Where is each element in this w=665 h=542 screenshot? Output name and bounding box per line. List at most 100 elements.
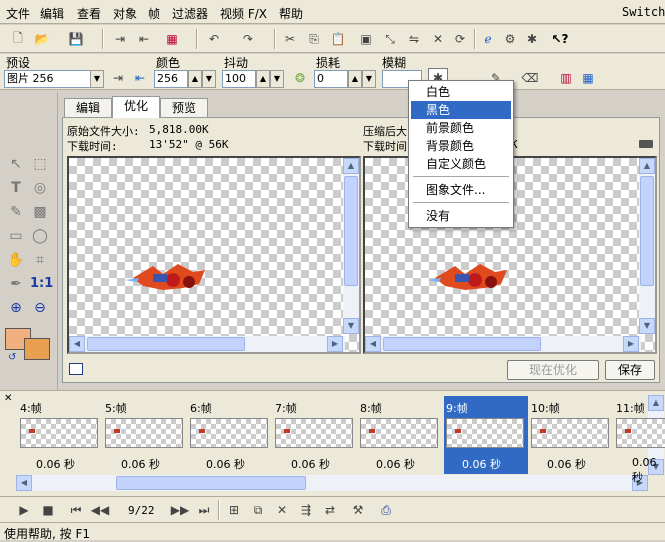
scroll-right-icon[interactable]: ▶	[623, 336, 639, 352]
brush-tool-icon[interactable]: ✎	[6, 202, 26, 222]
frame-properties-icon[interactable]: ⚒	[348, 500, 368, 520]
frame-delay[interactable]: 0.06 秒	[36, 456, 75, 472]
tween-icon[interactable]: ⇶	[296, 500, 316, 520]
export-icon[interactable]: ⇤	[134, 29, 154, 49]
zoom-1to1-button[interactable]: 1:1	[30, 274, 53, 294]
switch-button[interactable]: Switch	[622, 5, 665, 19]
frame-thumbnail[interactable]	[275, 418, 353, 448]
cut-icon[interactable]: ✂	[280, 29, 300, 49]
text-tool-icon[interactable]: T	[6, 178, 26, 198]
menu-item-none[interactable]: 没有	[411, 207, 511, 225]
scroll-left-icon[interactable]: ◀	[365, 336, 381, 352]
play-icon[interactable]: ▶	[14, 500, 34, 520]
delete-preset-icon[interactable]: ⇤	[130, 68, 150, 88]
help-pointer-icon[interactable]: ↖?	[550, 29, 570, 49]
shape-tool-icon[interactable]: ◯	[30, 226, 50, 246]
color-spin-down[interactable]: ▼	[202, 70, 216, 88]
frame-delay[interactable]: 0.06 秒	[376, 456, 415, 472]
zoom-out-icon[interactable]: ⊖	[30, 298, 50, 318]
prev-frame-icon[interactable]: ◀◀	[90, 500, 110, 520]
lasso-tool-icon[interactable]: ◎	[30, 178, 50, 198]
scroll-right-icon[interactable]: ▶	[327, 336, 343, 352]
effects-icon[interactable]: ⚙	[500, 29, 520, 49]
dither-spin-down[interactable]: ▼	[270, 70, 284, 88]
loss-field[interactable]: 0	[314, 70, 348, 88]
swap-colors-icon[interactable]: ↺	[8, 352, 16, 363]
hand-tool-icon[interactable]: ✋	[6, 250, 26, 270]
preset-select[interactable]: 图片 256	[4, 70, 92, 88]
frame-item[interactable]: 7:帧 0.06 秒	[273, 396, 357, 474]
browser-preview-icon[interactable]: ℯ	[478, 29, 498, 49]
frame-thumbnail[interactable]	[20, 418, 98, 448]
frame-item[interactable]: 4:帧 0.06 秒	[18, 396, 102, 474]
frame-delay[interactable]: 0.06 秒	[206, 456, 245, 472]
optimized-hscroll[interactable]: ◀ ▶	[365, 336, 641, 352]
menu-item-black[interactable]: 黑色	[411, 101, 511, 119]
original-preview-pane[interactable]	[67, 156, 361, 354]
menu-frame[interactable]: 帧	[148, 5, 160, 22]
dither-spin-up[interactable]: ▲	[256, 70, 270, 88]
menu-item-background-color[interactable]: 背景颜色	[411, 137, 511, 155]
original-hscroll[interactable]: ◀ ▶	[69, 336, 345, 352]
frame-thumbnail[interactable]	[616, 418, 665, 448]
pattern-tool-icon[interactable]: ▩	[30, 202, 50, 222]
eraser-tool-icon[interactable]: ▭	[6, 226, 26, 246]
scroll-left-icon[interactable]: ◀	[16, 475, 32, 491]
frame-delay[interactable]: 0.06 秒	[462, 456, 501, 472]
scroll-up-icon[interactable]: ▲	[648, 395, 664, 411]
next-frame-icon[interactable]: ▶▶	[170, 500, 190, 520]
loss-spin-down[interactable]: ▼	[362, 70, 376, 88]
menu-item-image-file[interactable]: 图象文件...	[411, 181, 511, 199]
last-frame-icon[interactable]: ⏭	[194, 500, 214, 520]
scroll-up-icon[interactable]: ▲	[639, 158, 655, 174]
frame-thumbnail[interactable]	[531, 418, 609, 448]
dither-field[interactable]: 100	[222, 70, 256, 88]
menu-item-custom-color[interactable]: 自定义颜色	[411, 155, 511, 173]
color-spin-up[interactable]: ▲	[188, 70, 202, 88]
menu-object[interactable]: 对象	[113, 5, 137, 22]
menu-item-white[interactable]: 白色	[411, 83, 511, 101]
background-color-swatch[interactable]	[24, 338, 50, 360]
redo-icon[interactable]: ↷	[238, 29, 258, 49]
optimized-vscroll[interactable]: ▲ ▼	[639, 158, 655, 334]
frame-item[interactable]: 10:帧 0.06 秒	[529, 396, 613, 474]
tab-preview[interactable]: 预览	[160, 98, 208, 118]
undo-icon[interactable]: ↶	[204, 29, 224, 49]
frame-item[interactable]: 5:帧 0.06 秒	[103, 396, 187, 474]
copy-icon[interactable]: ⎘	[304, 29, 324, 49]
frame-thumbnail[interactable]	[190, 418, 268, 448]
scroll-left-icon[interactable]: ◀	[69, 336, 85, 352]
crop-icon[interactable]: ▣	[356, 29, 376, 49]
menu-video-fx[interactable]: 视频 F/X	[220, 5, 267, 22]
pointer-tool-icon[interactable]: ↖	[6, 154, 26, 174]
delete-frame-icon[interactable]: ✕	[272, 500, 292, 520]
save-button[interactable]: 保存	[605, 360, 655, 380]
rotate-icon[interactable]: ⟳	[450, 29, 470, 49]
frame-item[interactable]: 9:帧 0.06 秒	[444, 396, 528, 474]
tab-optimize[interactable]: 优化	[112, 96, 160, 118]
menu-item-foreground-color[interactable]: 前景颜色	[411, 119, 511, 137]
wizard-icon[interactable]: ✱	[522, 29, 542, 49]
frame-item[interactable]: 6:帧 0.06 秒	[188, 396, 272, 474]
window-icon[interactable]	[69, 363, 83, 375]
palette-icon[interactable]: ▥	[556, 68, 576, 88]
reverse-icon[interactable]: ⇄	[320, 500, 340, 520]
save-disk-icon[interactable]: 💾	[66, 29, 86, 49]
color-picker-icon[interactable]: ▦	[162, 29, 182, 49]
eyedropper-tool-icon[interactable]: ✒	[6, 274, 26, 294]
transform-icon[interactable]: ✕	[428, 29, 448, 49]
add-frame-icon[interactable]: ⊞	[224, 500, 244, 520]
resize-icon[interactable]: ⤡	[380, 29, 400, 49]
import-icon[interactable]: ⇥	[110, 29, 130, 49]
frame-item[interactable]: 8:帧 0.06 秒	[358, 396, 442, 474]
frame-delay[interactable]: 0.06 秒	[632, 456, 657, 485]
frame-hscroll[interactable]: ◀ ▶	[16, 475, 648, 491]
scroll-down-icon[interactable]: ▼	[343, 318, 359, 334]
menu-help[interactable]: 帮助	[279, 5, 303, 22]
tab-edit[interactable]: 编辑	[64, 98, 112, 118]
color-table-icon[interactable]: ▦	[578, 68, 598, 88]
menu-view[interactable]: 查看	[77, 5, 101, 22]
frame-thumbnail[interactable]	[446, 418, 524, 448]
first-frame-icon[interactable]: ⏮	[66, 500, 86, 520]
close-strip-icon[interactable]: ✕	[4, 393, 12, 404]
